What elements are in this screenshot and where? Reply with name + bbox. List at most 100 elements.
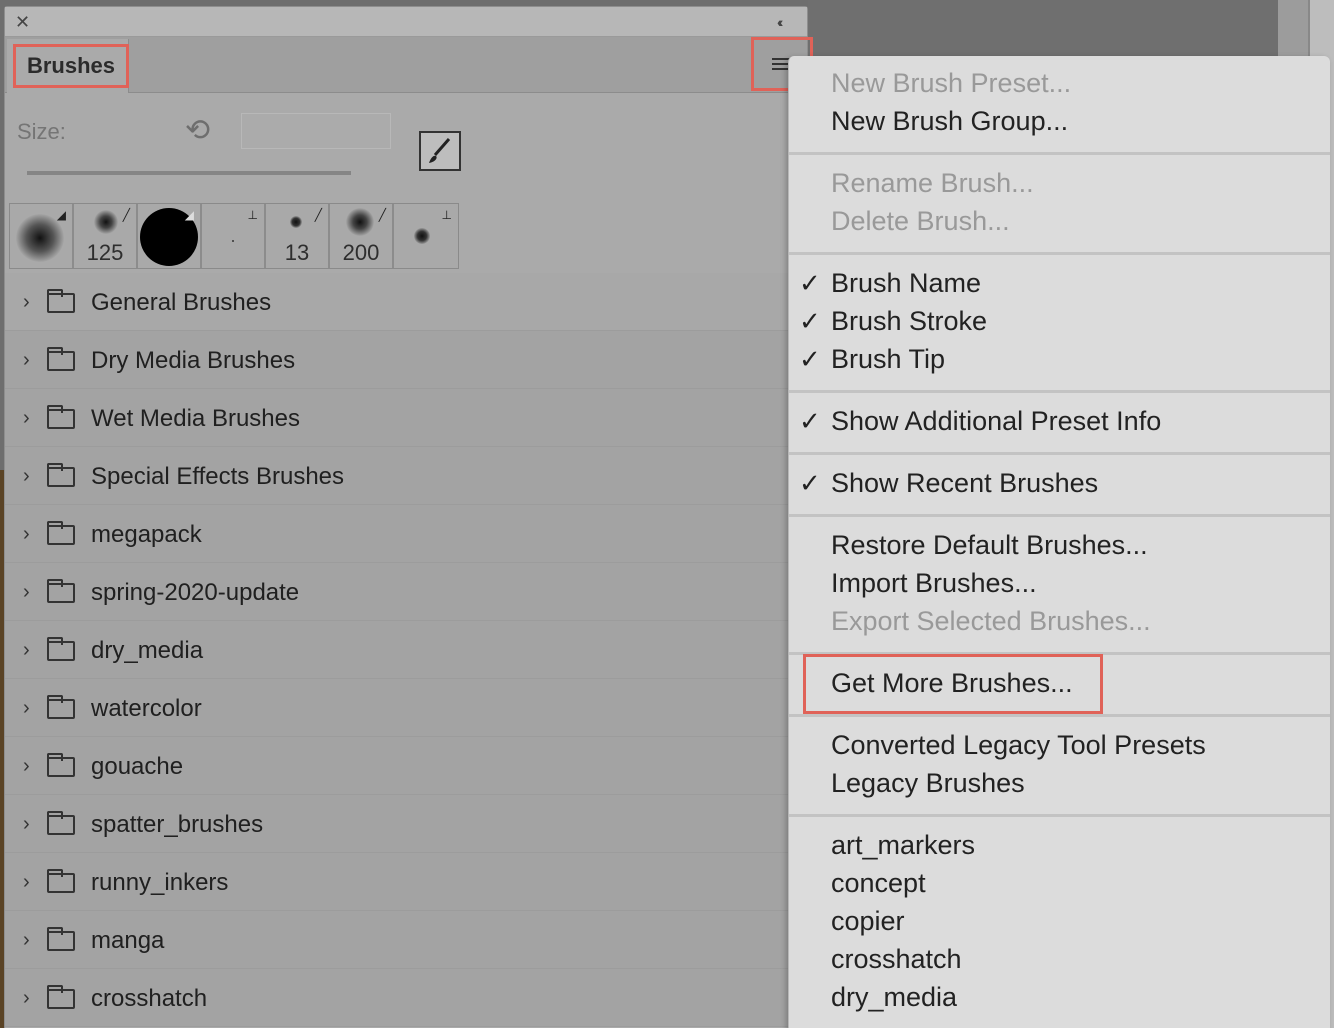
menu-separator [789,514,1330,517]
brush-settings-button[interactable] [419,131,461,171]
tab-brushes[interactable]: Brushes [7,39,129,93]
brush-group-row[interactable]: › gouache [5,737,788,795]
brush-group-label: runny_inkers [91,869,229,896]
chevron-right-icon[interactable]: › [23,755,30,778]
menu-item-import-brushes[interactable]: Import Brushes... [831,567,1037,599]
brush-icon: ╱ [314,208,322,222]
menu-item-show-recent-brushes[interactable]: Show Recent Brushes [831,467,1098,499]
brush-group-label: dry_media [91,637,204,664]
chevron-right-icon[interactable]: › [23,349,30,372]
menu-item-show-additional-preset-info[interactable]: Show Additional Preset Info [831,405,1161,437]
recent-brush[interactable]: ◢ [138,204,202,268]
menu-item-delete-brush: Delete Brush... [831,206,1010,236]
checkmark-icon: ✓ [799,306,821,336]
folder-icon [47,579,75,603]
close-icon[interactable]: ✕ [15,12,30,32]
recent-brush[interactable]: ╱ 200 [330,204,394,268]
chevron-right-icon[interactable]: › [23,407,30,430]
menu-item-legacy-brushes[interactable]: Legacy Brushes [831,767,1025,799]
chevron-right-icon[interactable]: › [23,291,30,314]
panel-title-bar: ✕ ‹‹ [5,7,807,37]
chevron-right-icon[interactable]: › [23,581,30,604]
menu-separator [789,152,1330,155]
recent-brush[interactable]: ⊥ [202,204,266,268]
chevron-right-icon[interactable]: › [23,465,30,488]
brush-settings-icon [429,138,451,163]
menu-separator [789,814,1330,817]
chevron-right-icon[interactable]: › [23,813,30,836]
recent-brush[interactable]: ╱ 13 [266,204,330,268]
brush-group-row[interactable]: › Wet Media Brushes [5,389,788,447]
folder-icon [47,289,75,313]
checkmark-icon: ✓ [799,268,821,298]
brush-group-row[interactable]: › spring-2020-update [5,563,788,621]
size-label: Size: [17,119,66,144]
brush-group-row[interactable]: › dry_media [5,621,788,679]
brush-group-label: Dry Media Brushes [91,347,296,374]
chevron-right-icon[interactable]: › [23,639,30,662]
recent-brush[interactable]: ⊥ [394,204,458,268]
size-slider[interactable] [27,171,351,175]
brush-group-row[interactable]: › General Brushes [5,273,788,331]
chevron-right-icon[interactable]: › [23,697,30,720]
brush-group-label: watercolor [91,695,202,722]
brush-size: 200 [342,240,380,265]
brush-group-row[interactable]: › spatter_brushes [5,795,788,853]
panel-tab-row: Brushes [5,37,813,93]
menu-item-brush-name[interactable]: Brush Name [831,267,981,299]
menu-item-library[interactable]: concept [831,867,926,899]
brush-group-label: spatter_brushes [91,811,264,838]
brush-icon: ╱ [378,208,386,222]
menu-separator [789,452,1330,455]
brush-group-row[interactable]: › manga [5,911,788,969]
menu-item-brush-stroke[interactable]: Brush Stroke [831,305,987,337]
reset-size-icon[interactable]: ⟲ [185,113,210,148]
brush-group-label: megapack [91,521,202,548]
brush-size: 125 [86,240,124,265]
brushes-panel: ✕ ‹‹ Brushes Size: ⟲ ◢ ╱ 125 ◢ ⊥ ╱ 13 ╱ … [4,6,813,1028]
recent-brush[interactable]: ╱ 125 [74,204,138,268]
brush-group-label: gouache [91,753,184,780]
menu-item-new-brush-group[interactable]: New Brush Group... [831,105,1068,137]
folder-icon [47,869,75,893]
brush-group-label: Special Effects Brushes [91,463,345,490]
folder-icon [47,521,75,545]
chevron-right-icon[interactable]: › [23,929,30,952]
menu-item-library[interactable]: crosshatch [831,943,962,975]
menu-item-get-more-brushes[interactable]: Get More Brushes... [831,667,1073,699]
tab-brushes-label: Brushes [13,44,129,88]
folder-icon [47,811,75,835]
folder-icon [47,405,75,429]
chevron-right-icon[interactable]: › [23,987,30,1010]
brush-group-label: spring-2020-update [91,579,300,606]
chevron-right-icon[interactable]: › [23,871,30,894]
folder-icon [47,753,75,777]
checkmark-icon: ✓ [799,468,821,498]
chevron-right-icon[interactable]: › [23,523,30,546]
menu-item-converted-legacy-tool-presets[interactable]: Converted Legacy Tool Presets [831,729,1206,761]
menu-item-library[interactable]: dry_media [831,981,957,1013]
folder-icon [47,695,75,719]
panel-flyout-menu: New Brush Preset... New Brush Group... R… [788,56,1330,1028]
collapse-icon[interactable]: ‹‹ [777,13,784,31]
brush-group-label: Wet Media Brushes [91,405,300,432]
brush-group-row[interactable]: › runny_inkers [5,853,788,911]
brush-group-row[interactable]: › watercolor [5,679,788,737]
eraser-icon: ◢ [56,208,66,222]
menu-item-library[interactable]: copier [831,905,905,937]
menu-item-brush-tip[interactable]: Brush Tip [831,343,945,375]
recent-brush[interactable]: ◢ [10,204,74,268]
size-input[interactable] [241,113,391,149]
brush-group-row[interactable]: › Dry Media Brushes [5,331,788,389]
brush-group-row[interactable]: › crosshatch [5,969,788,1027]
menu-item-library[interactable]: art_markers [831,829,975,861]
menu-item-new-brush-preset: New Brush Preset... [831,68,1072,98]
brush-group-row[interactable]: › Special Effects Brushes [5,447,788,505]
menu-item-restore-default-brushes[interactable]: Restore Default Brushes... [831,529,1148,561]
folder-icon [47,985,75,1009]
brush-group-list: › General Brushes › Dry Media Brushes › Wet… [5,273,788,1027]
brush-group-row[interactable]: › megapack [5,505,788,563]
recent-brushes: ◢ ╱ 125 ◢ ⊥ ╱ 13 ╱ 200 ⊥ [9,203,459,269]
menu-item-export-selected-brushes: Export Selected Brushes... [831,606,1151,636]
menu-separator [789,390,1330,393]
